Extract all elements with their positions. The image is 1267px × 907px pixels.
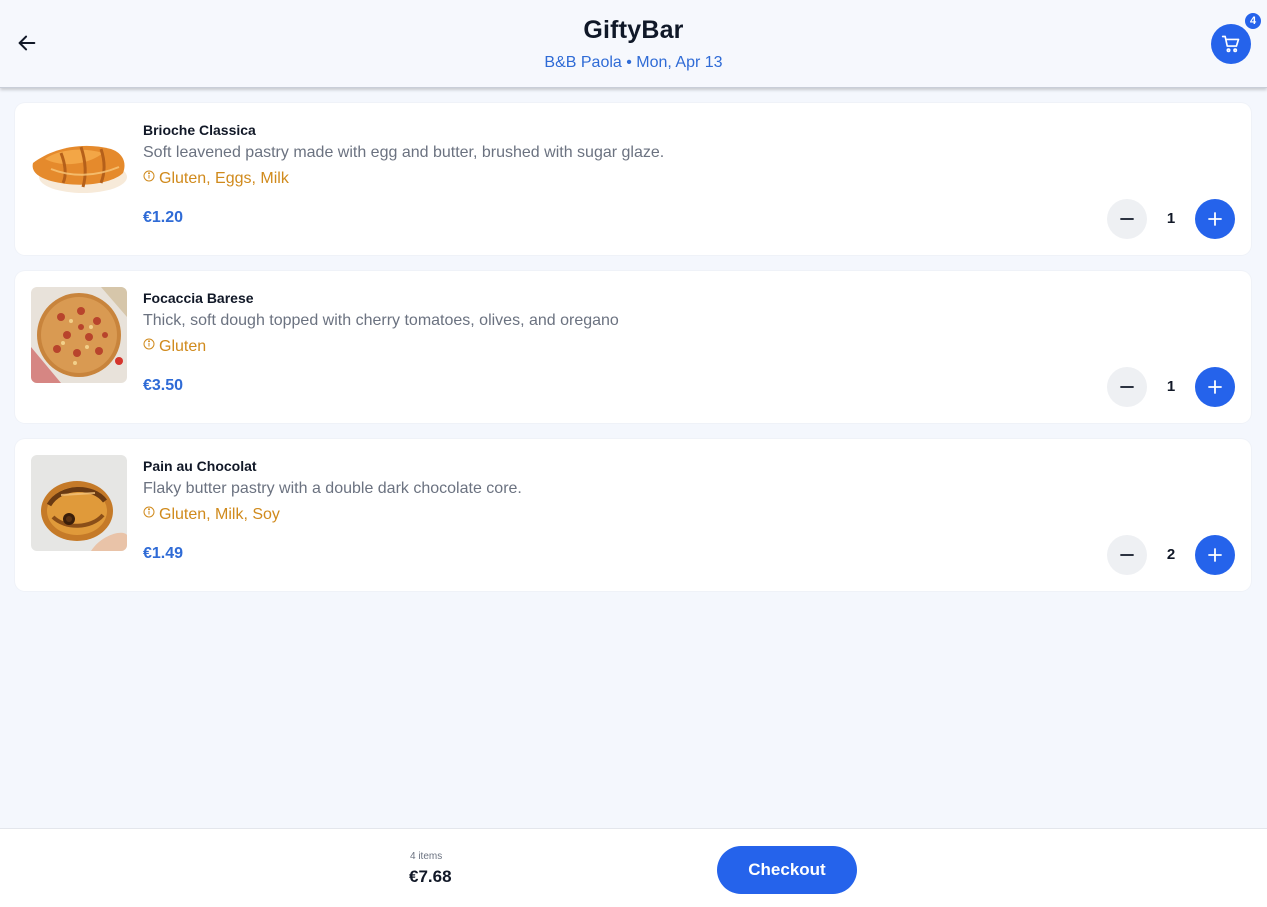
cart-icon [1221,35,1240,53]
checkout-bar: 4 items €7.68 Checkout [0,828,1267,907]
croissant-image [31,119,127,215]
increase-quantity-button[interactable] [1195,199,1235,239]
app-header: GiftyBar B&B Paola • Mon, Apr 13 4 [0,0,1267,88]
decrease-quantity-button[interactable] [1107,535,1147,575]
decrease-quantity-button[interactable] [1107,367,1147,407]
plus-icon [1208,548,1222,562]
focaccia-image [31,287,127,383]
checkout-button[interactable]: Checkout [717,846,857,894]
plus-icon [1208,212,1222,226]
items-count: 4 items [410,851,443,862]
product-price: €1.49 [143,545,184,562]
product-allergens: Gluten, Milk, Soy [143,506,280,524]
quantity-stepper: 1 [1107,199,1235,239]
order-total: €7.68 [409,867,452,886]
product-card: Brioche Classica Soft leavened pastry ma… [15,103,1251,255]
info-icon [143,338,155,350]
allergen-list: Gluten, Milk, Soy [159,506,280,523]
product-price: €1.20 [143,209,184,226]
quantity-value: 1 [1166,378,1176,395]
quantity-value: 1 [1166,210,1176,227]
minus-icon [1120,386,1134,388]
info-icon [143,506,155,518]
product-description: Thick, soft dough topped with cherry tom… [143,312,619,329]
quantity-stepper: 2 [1107,535,1235,575]
product-allergens: Gluten, Eggs, Milk [143,170,289,188]
allergen-list: Gluten, Eggs, Milk [159,170,289,187]
product-card: Focaccia Barese Thick, soft dough topped… [15,271,1251,423]
page-title: GiftyBar [583,16,684,44]
product-allergens: Gluten [143,338,206,356]
product-list: Brioche Classica Soft leavened pastry ma… [15,103,1251,607]
product-description: Flaky butter pastry with a double dark c… [143,480,522,497]
pain-au-chocolat-image [31,455,127,551]
increase-quantity-button[interactable] [1195,367,1235,407]
plus-icon [1208,380,1222,394]
product-name: Focaccia Barese [143,290,254,306]
quantity-value: 2 [1166,546,1176,563]
product-name: Brioche Classica [143,122,256,138]
increase-quantity-button[interactable] [1195,535,1235,575]
product-image [31,119,127,215]
cart-button[interactable] [1211,24,1251,64]
cart-count-badge: 4 [1243,11,1263,31]
product-name: Pain au Chocolat [143,458,257,474]
product-image [31,455,127,551]
product-price: €3.50 [143,377,184,394]
allergen-list: Gluten [159,338,207,355]
product-card: Pain au Chocolat Flaky butter pastry wit… [15,439,1251,591]
page-subtitle: B&B Paola • Mon, Apr 13 [544,54,723,71]
product-description: Soft leavened pastry made with egg and b… [143,144,665,161]
minus-icon [1120,554,1134,556]
product-image [31,287,127,383]
minus-icon [1120,218,1134,220]
quantity-stepper: 1 [1107,367,1235,407]
decrease-quantity-button[interactable] [1107,199,1147,239]
info-icon [143,170,155,182]
